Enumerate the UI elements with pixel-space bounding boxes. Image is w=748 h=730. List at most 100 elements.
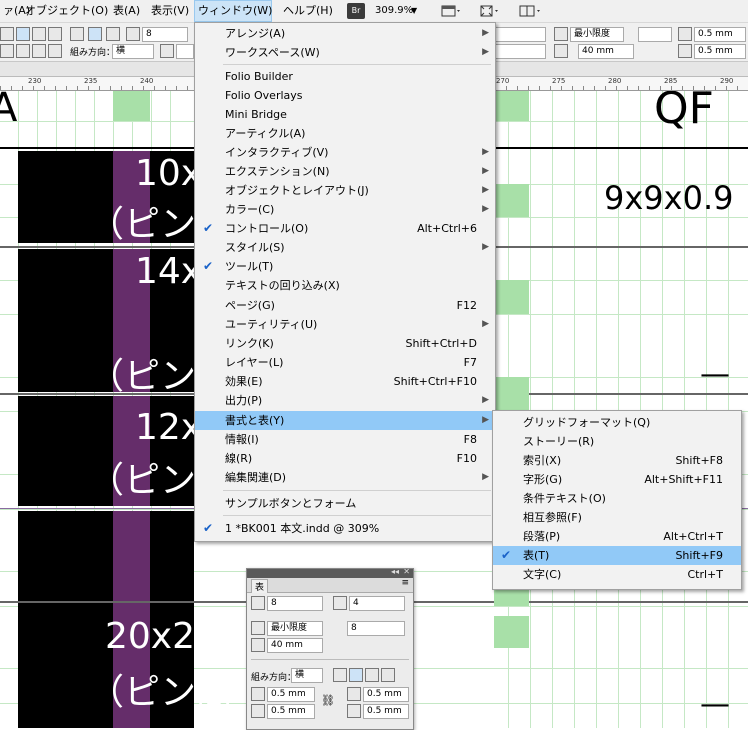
zoom-chevron-icon[interactable]: ▼ [408, 0, 420, 22]
menu-window[interactable]: ウィンドウ(W) [194, 0, 272, 22]
submenu-item-character[interactable]: 文字(C) Ctrl+T [493, 565, 741, 584]
inset-bottom-field[interactable]: 0.5 mm [363, 687, 409, 702]
submenu-arrow-icon: ▶ [482, 415, 489, 425]
right-dash: — [700, 357, 730, 392]
screen-mode-icon[interactable] [440, 3, 462, 19]
menu-help[interactable]: ヘルプ(H) [280, 0, 336, 22]
inset-bottom-icon [347, 687, 361, 701]
menu-item-tools[interactable]: ✔ ツール(T) [195, 257, 495, 276]
menu-item-output[interactable]: 出力(P) ▶ [195, 391, 495, 410]
table-layout-1-icon[interactable] [70, 27, 84, 41]
menu-item-object-layout[interactable]: オブジェクトとレイアウト(J) ▶ [195, 181, 495, 200]
text-align-middle-icon[interactable] [349, 668, 363, 682]
submenu-arrow-icon: ▶ [482, 28, 489, 38]
menu-item-extension[interactable]: エクステンション(N) ▶ [195, 162, 495, 181]
menu-table[interactable]: 表(A) [110, 0, 143, 22]
valign-top-icon[interactable] [0, 44, 14, 58]
ruler-tick-label: 235 [84, 77, 98, 85]
inset-left-icon [251, 704, 265, 718]
window-menu: アレンジ(A) ▶ ワークスペース(W) ▶ Folio Builder Folio… [194, 22, 496, 542]
bridge-button[interactable]: Br [347, 3, 365, 19]
checkmark-icon: ✔ [203, 259, 214, 273]
submenu-item-table[interactable]: ✔ 表(T) Shift+F9 [493, 546, 741, 565]
submenu-item-story[interactable]: ストーリー(R) [493, 432, 741, 451]
menu-view[interactable]: 表示(V) [148, 0, 192, 22]
type-tables-submenu: グリッドフォーマット(Q) ストーリー(R) 索引(X) Shift+F8 字形(… [492, 410, 742, 590]
table-layout-2-icon[interactable] [88, 27, 102, 41]
row-height-field[interactable]: 40 mm [267, 638, 323, 653]
header-right-text: QF [654, 91, 714, 134]
panel-titlebar[interactable]: ◂◂ ✕ [247, 567, 413, 578]
menu-item-arrange[interactable]: アレンジ(A) ▶ [195, 24, 495, 43]
submenu-item-conditional-text[interactable]: 条件テキスト(O) [493, 489, 741, 508]
menu-item-sample-buttons[interactable]: サンプルボタンとフォーム [195, 494, 495, 513]
submenu-item-index[interactable]: 索引(X) Shift+F8 [493, 451, 741, 470]
inset-right-field[interactable]: 0.5 mm [363, 704, 409, 719]
valign-bottom-icon[interactable] [32, 44, 46, 58]
menu-item-workspace[interactable]: ワークスペース(W) ▶ [195, 43, 495, 62]
submenu-item-glyphs[interactable]: 字形(G) Alt+Shift+F11 [493, 470, 741, 489]
text-align-justify-icon[interactable] [381, 668, 395, 682]
columns-field[interactable]: 4 [349, 596, 405, 611]
submenu-item-cross-references[interactable]: 相互参照(F) [493, 508, 741, 527]
cell-inset-field[interactable] [176, 44, 194, 59]
row-count-field[interactable]: 8 [142, 27, 188, 42]
menu-item-open-document[interactable]: ✔ 1 *BK001 本文.indd @ 309% [195, 519, 495, 538]
composition-select[interactable]: 横 [112, 44, 154, 59]
panel-tab-table[interactable]: 表 [251, 579, 269, 593]
menu-item-stroke[interactable]: 線(R) F10 [195, 449, 495, 468]
collapse-icon[interactable]: ◂◂ [391, 567, 399, 576]
stroke-weight-field[interactable] [494, 27, 546, 42]
valign-middle-icon[interactable] [16, 44, 30, 58]
menu-object[interactable]: オブジェクト(O) [22, 0, 111, 22]
align-left-icon[interactable] [0, 27, 14, 41]
menu-item-links[interactable]: リンク(K) Shift+Ctrl+D [195, 334, 495, 353]
inset-bottom-field[interactable]: 0.5 mm [694, 44, 746, 59]
row-height-value-field[interactable]: 8 [347, 621, 405, 636]
submenu-item-paragraph[interactable]: 段落(P) Alt+Ctrl+T [493, 527, 741, 546]
menu-item-text-wrap[interactable]: テキストの回り込み(X) [195, 276, 495, 295]
align-center-icon[interactable] [16, 27, 30, 41]
max-height-field[interactable] [638, 27, 672, 42]
composition-select[interactable]: 横 [291, 668, 323, 683]
menu-item-mini-bridge[interactable]: Mini Bridge [195, 105, 495, 124]
panel-menu-icon[interactable]: ≡ [401, 578, 409, 588]
text-align-top-icon[interactable] [333, 668, 347, 682]
table-layout-3-icon[interactable] [106, 27, 120, 41]
menu-item-layers[interactable]: レイヤー(L) F7 [195, 353, 495, 372]
close-icon[interactable]: ✕ [403, 567, 410, 576]
ruler-tick-label: 270 [496, 77, 510, 85]
inset-top-field[interactable]: 0.5 mm [267, 687, 315, 702]
checkmark-icon: ✔ [203, 521, 214, 535]
view-options-icon[interactable] [478, 3, 500, 19]
menu-item-control[interactable]: ✔ コントロール(O) Alt+Ctrl+6 [195, 219, 495, 238]
menu-item-interactive[interactable]: インタラクティブ(V) ▶ [195, 143, 495, 162]
valign-justify-icon[interactable] [48, 44, 62, 58]
arrange-documents-icon[interactable] [518, 3, 542, 19]
menu-item-type-tables[interactable]: 書式と表(Y) ▶ [195, 411, 495, 430]
row-height-mode-select[interactable]: 最小限度 [570, 27, 624, 42]
text-align-bottom-icon[interactable] [365, 668, 379, 682]
stroke-type-field[interactable] [494, 44, 546, 59]
menu-item-folio-builder[interactable]: Folio Builder [195, 67, 495, 86]
menu-item-article[interactable]: アーティクル(A) [195, 124, 495, 143]
ruler-tick-label: 285 [664, 77, 678, 85]
menu-item-color[interactable]: カラー(C) ▶ [195, 200, 495, 219]
rows-field[interactable]: 8 [267, 596, 323, 611]
align-right-icon[interactable] [32, 27, 46, 41]
submenu-item-grid-format[interactable]: グリッドフォーマット(Q) [493, 413, 741, 432]
menu-item-pages[interactable]: ページ(G) F12 [195, 296, 495, 315]
align-justify-icon[interactable] [48, 27, 62, 41]
menu-item-utilities[interactable]: ユーティリティ(U) ▶ [195, 315, 495, 334]
menu-item-style[interactable]: スタイル(S) ▶ [195, 238, 495, 257]
inset-top-field[interactable]: 0.5 mm [694, 27, 746, 42]
menu-item-effects[interactable]: 効果(E) Shift+Ctrl+F10 [195, 372, 495, 391]
menu-item-folio-overlays[interactable]: Folio Overlays [195, 86, 495, 105]
row-height-mode-select[interactable]: 最小限度 [267, 621, 323, 636]
menu-item-editorial[interactable]: 編集関連(D) ▶ [195, 468, 495, 487]
row-height-field[interactable]: 40 mm [578, 44, 634, 59]
link-chain-icon[interactable]: ⛓ [321, 694, 335, 707]
cell-text-size: 14x [135, 251, 203, 292]
inset-left-field[interactable]: 0.5 mm [267, 704, 315, 719]
menu-item-info[interactable]: 情報(I) F8 [195, 430, 495, 449]
